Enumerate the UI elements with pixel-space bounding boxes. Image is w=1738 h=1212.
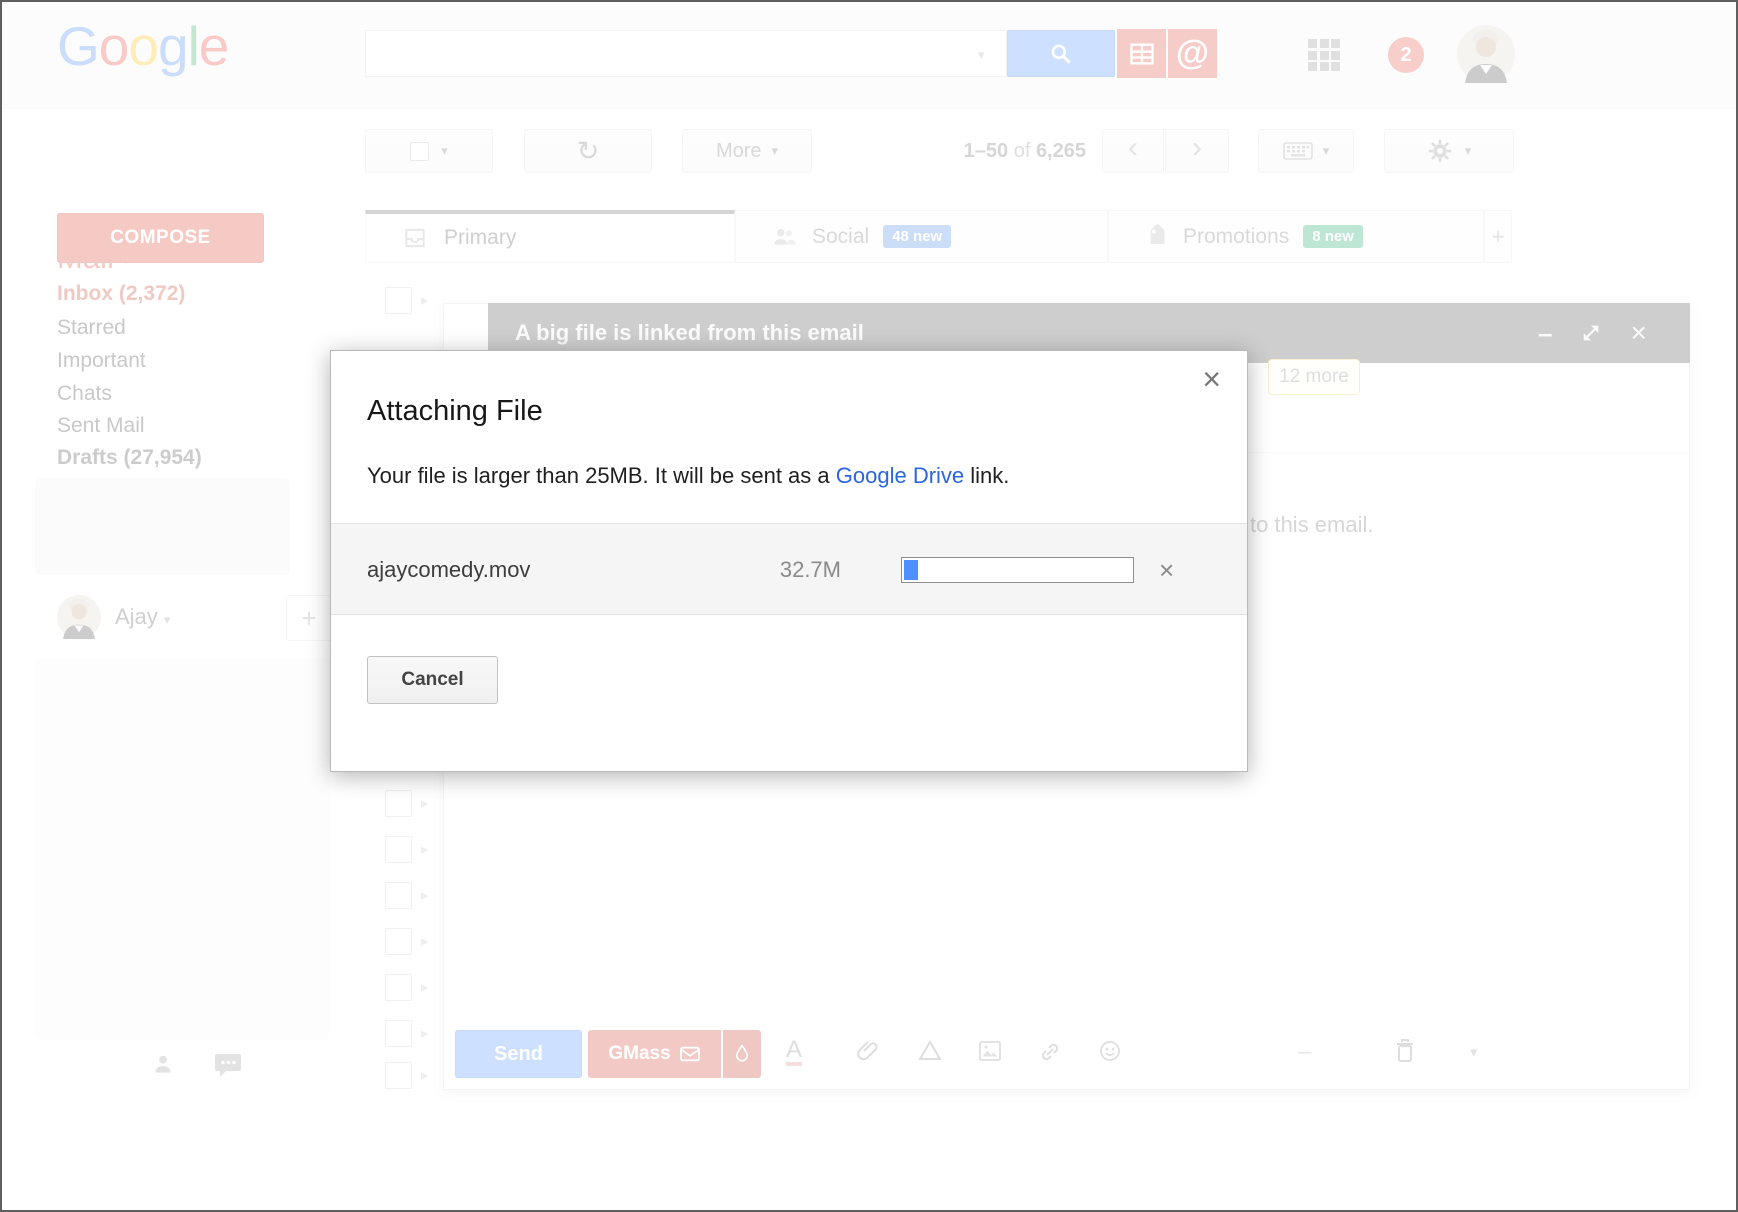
attaching-file-dialog: × Attaching File Your file is larger tha… [330,350,1248,772]
message-suffix: link. [964,463,1009,488]
file-name: ajaycomedy.mov [367,524,530,616]
dialog-close-icon[interactable]: × [1202,363,1221,395]
upload-progress-bar [901,557,1134,583]
message-prefix: Your file is larger than 25MB. It will b… [367,463,836,488]
remove-file-icon[interactable]: × [1159,524,1174,616]
dialog-message: Your file is larger than 25MB. It will b… [367,463,1009,489]
dialog-title: Attaching File [367,395,543,428]
google-drive-link[interactable]: Google Drive [836,463,964,488]
cancel-button[interactable]: Cancel [367,656,498,704]
upload-progress-fill [904,560,918,580]
gmail-window: Google ▾ @ 2 Mail▾ [0,0,1738,1212]
upload-file-row: ajaycomedy.mov 32.7M × [331,523,1247,615]
file-size: 32.7M [721,524,841,616]
